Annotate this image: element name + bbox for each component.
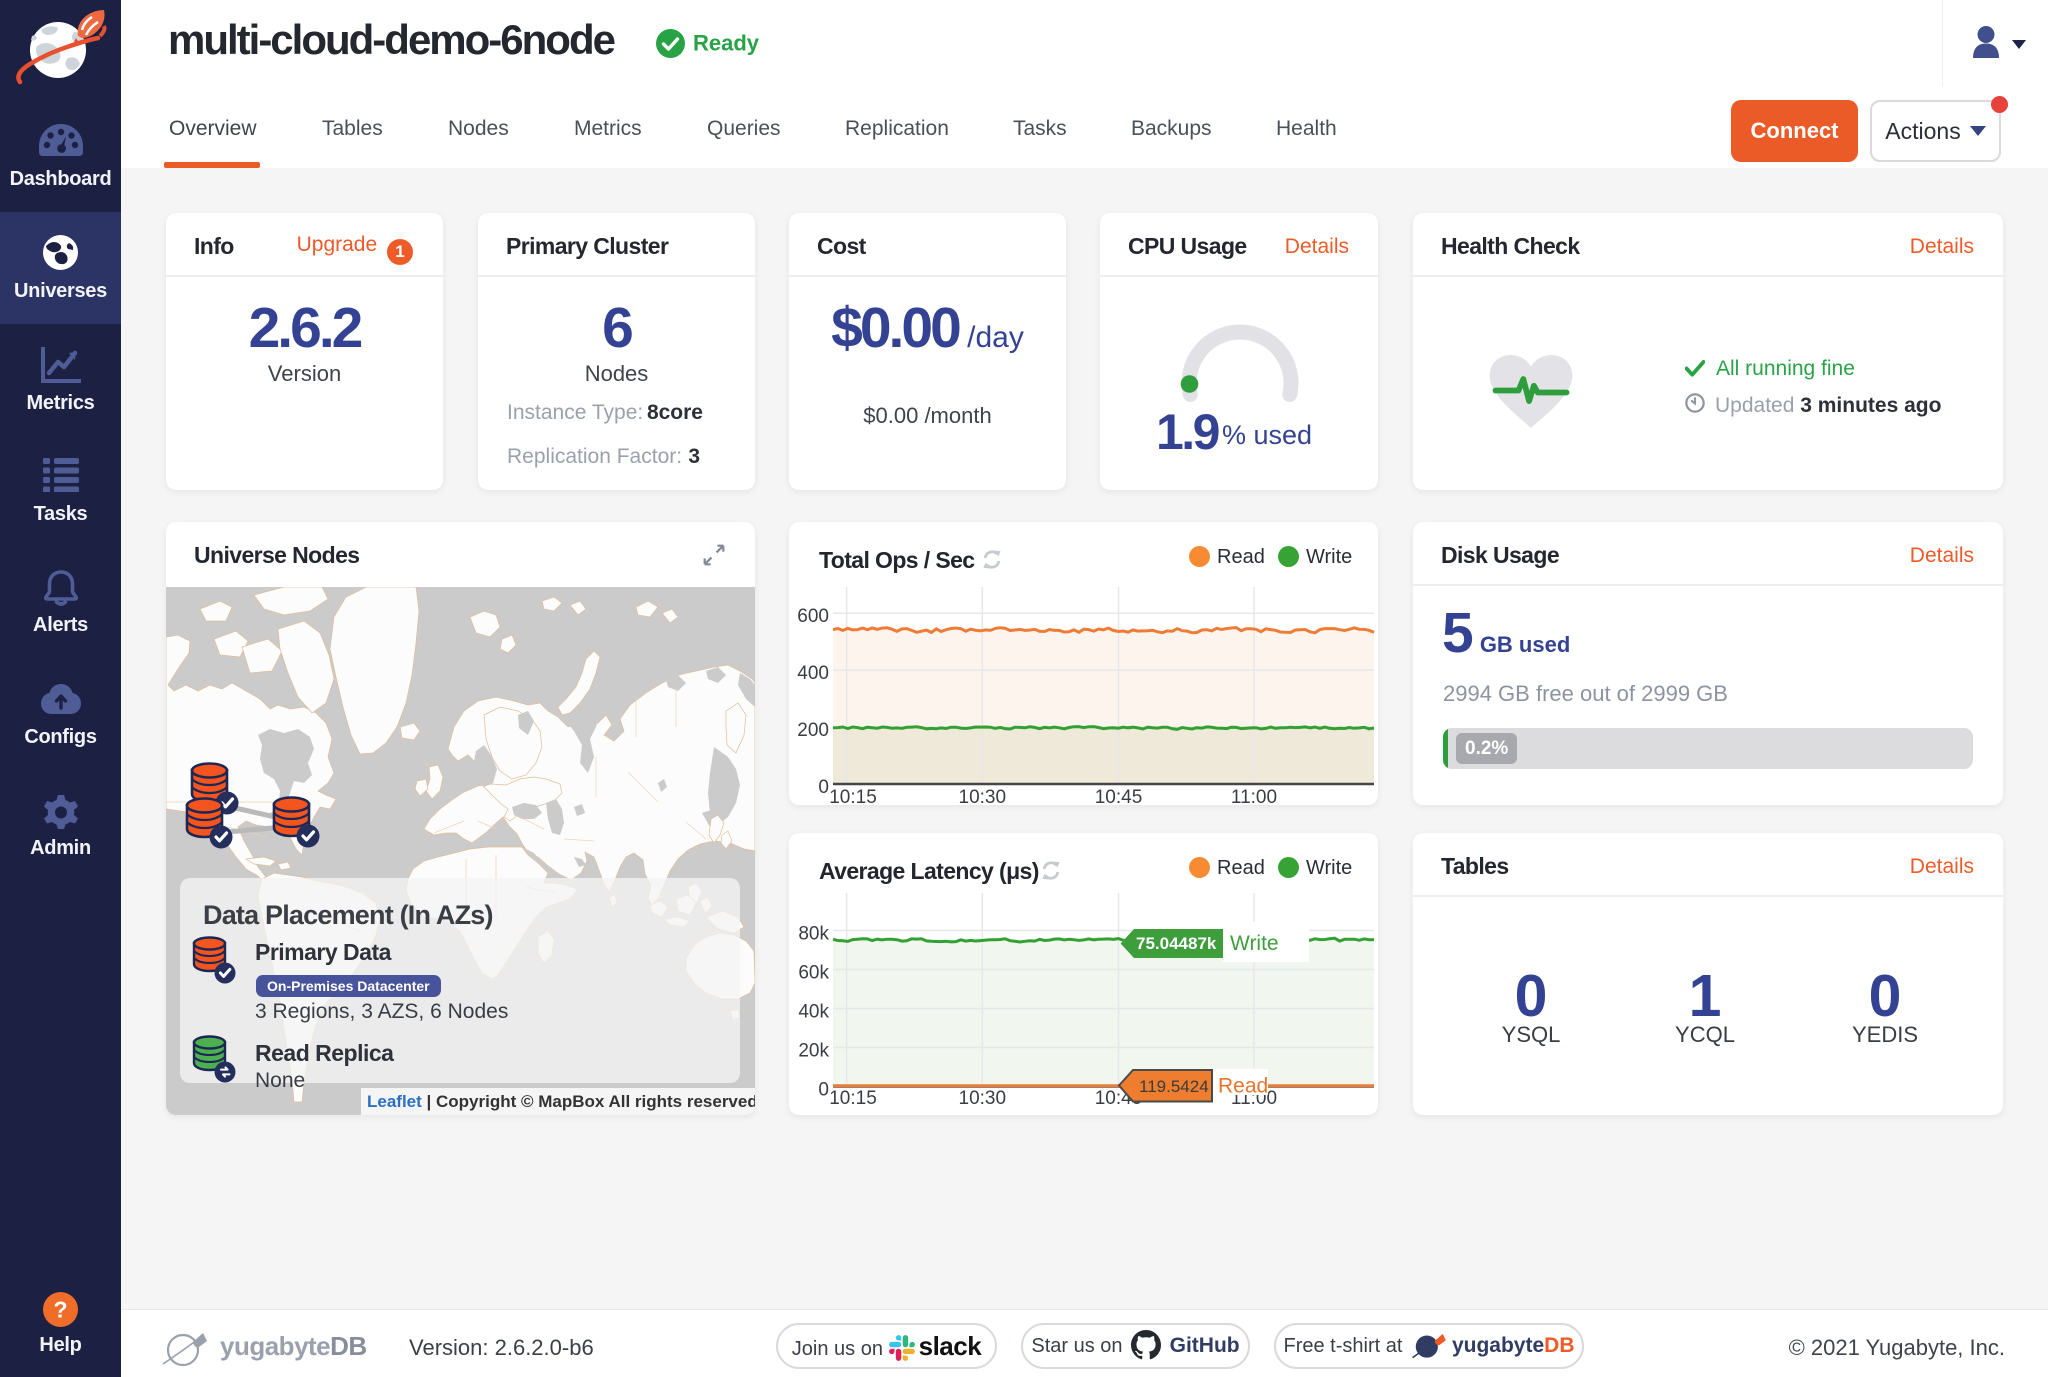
svg-text:10:30: 10:30 xyxy=(959,787,1007,805)
svg-text:Write: Write xyxy=(1230,932,1279,955)
svg-text:?: ? xyxy=(53,1297,67,1323)
svg-text:119.5424: 119.5424 xyxy=(1139,1077,1209,1096)
svg-text:Read: Read xyxy=(1218,1075,1268,1098)
svg-text:40k: 40k xyxy=(798,1002,829,1023)
svg-text:60k: 60k xyxy=(798,963,829,984)
svg-text:600: 600 xyxy=(797,606,829,627)
svg-text:10:45: 10:45 xyxy=(1095,787,1143,805)
svg-text:10:15: 10:15 xyxy=(829,1088,877,1109)
svg-text:0: 0 xyxy=(818,777,829,798)
svg-text:0: 0 xyxy=(818,1080,829,1101)
svg-text:10:30: 10:30 xyxy=(959,1088,1007,1109)
svg-text:10:15: 10:15 xyxy=(829,787,877,805)
svg-text:80k: 80k xyxy=(798,924,829,945)
svg-text:200: 200 xyxy=(797,720,829,741)
svg-text:75.04487k: 75.04487k xyxy=(1136,934,1217,953)
svg-text:400: 400 xyxy=(797,663,829,684)
svg-text:20k: 20k xyxy=(798,1041,829,1062)
svg-text:11:00: 11:00 xyxy=(1231,787,1277,805)
